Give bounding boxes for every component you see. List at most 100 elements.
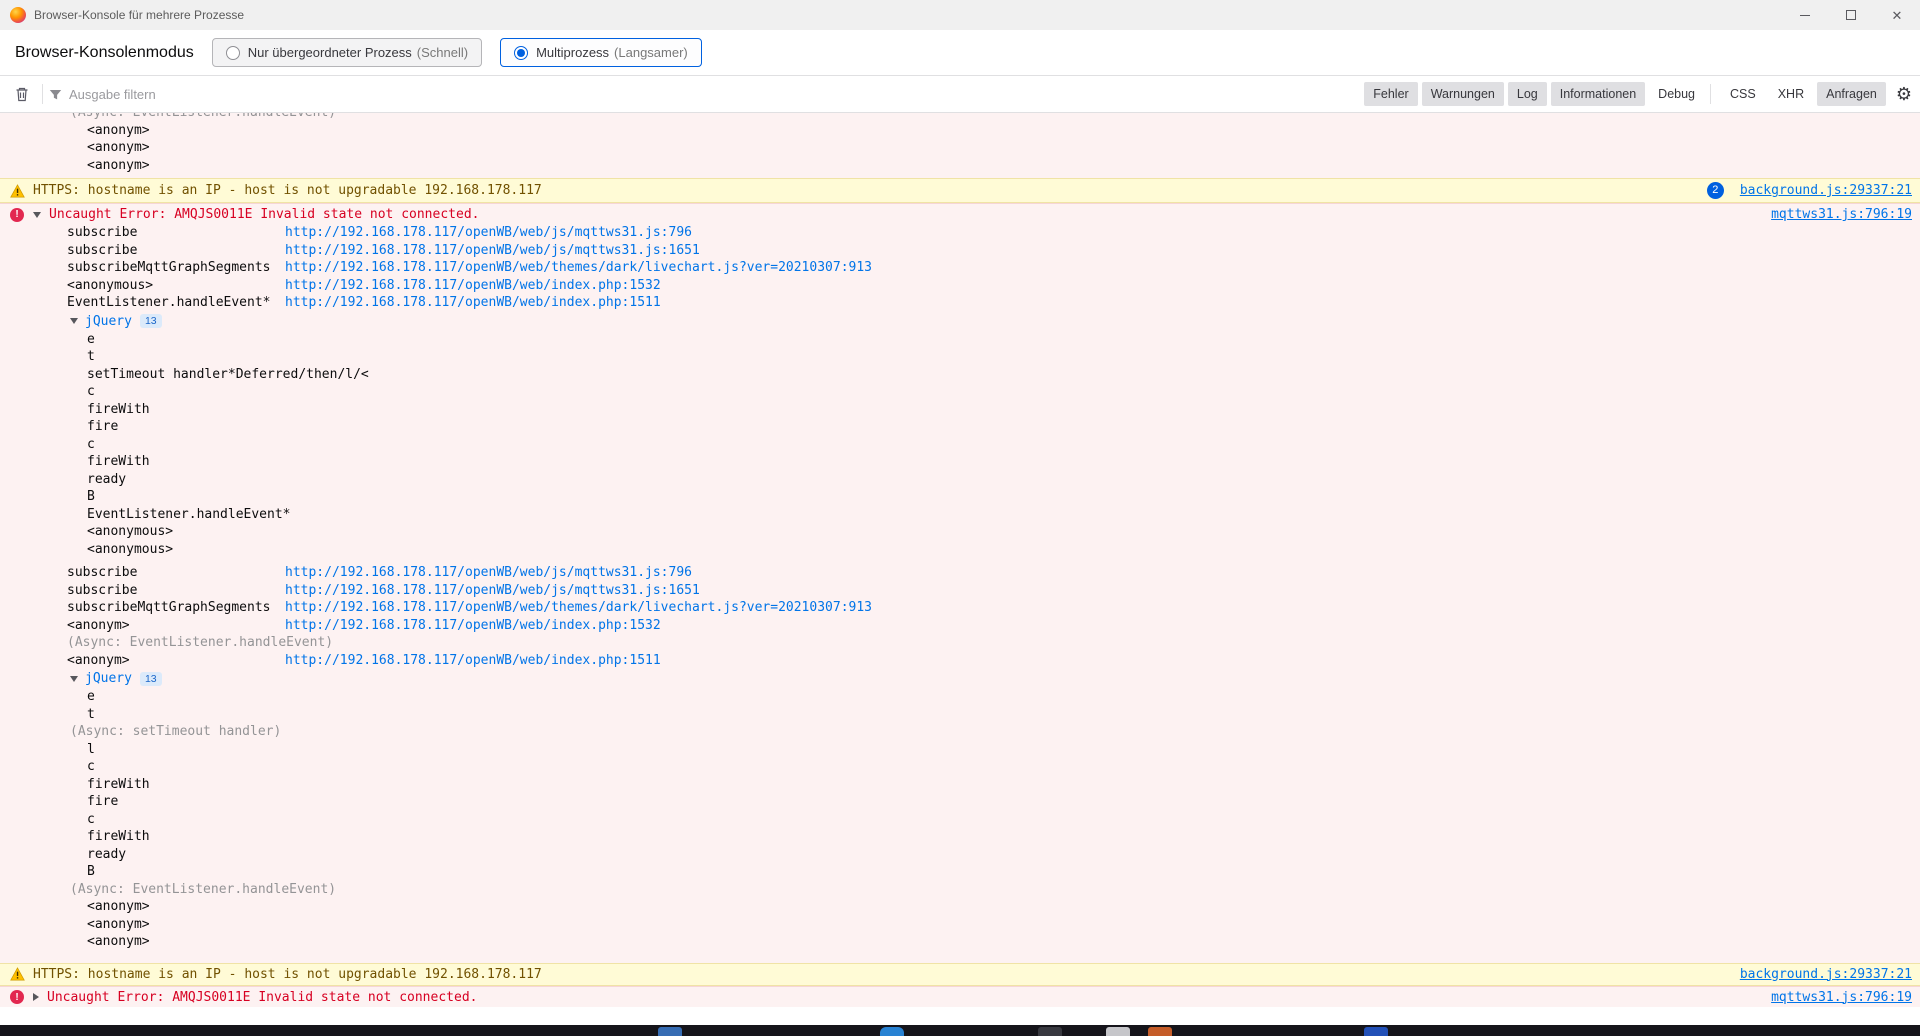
frame-function-name: fireWith — [87, 777, 150, 792]
frame-function-name: <anonym> — [67, 652, 285, 670]
minimize-button[interactable] — [1782, 0, 1828, 30]
stack-frame: <anonym> — [0, 916, 1920, 934]
mode-options: Nur übergeordneter Prozess(Schnell) Multi… — [194, 38, 702, 67]
frame-source-link[interactable]: http://192.168.178.117/openWB/web/index.… — [285, 294, 661, 312]
maximize-button[interactable] — [1828, 0, 1874, 30]
stack-frame: e — [0, 331, 1920, 349]
frame-source-link[interactable]: http://192.168.178.117/openWB/web/js/mqt… — [285, 224, 692, 242]
console-row-error: !Uncaught Error: AMQJS0011E Invalid stat… — [0, 203, 1920, 963]
frame-source-link[interactable]: http://192.168.178.117/openWB/web/js/mqt… — [285, 564, 692, 582]
frame-source-link[interactable]: http://192.168.178.117/openWB/web/index.… — [285, 617, 661, 635]
stack-frame: <anonymous> — [0, 541, 1920, 559]
filter-button-debug[interactable]: Debug — [1649, 82, 1704, 106]
frame-function-name: c — [87, 812, 95, 827]
warning-message: HTTPS: hostname is an IP - host is not u… — [33, 183, 542, 198]
mode-option-multiprocess[interactable]: Multiprozess(Langsamer) — [500, 38, 702, 67]
toolbar-separator — [42, 84, 43, 104]
error-icon: ! — [10, 208, 24, 222]
gear-icon: ⚙ — [1896, 84, 1912, 104]
frame-function-name: B — [87, 489, 95, 504]
frame-function-name: fireWith — [87, 402, 150, 417]
filter-input[interactable] — [69, 87, 329, 102]
radio-icon — [514, 46, 528, 60]
stack-frame: subscribehttp://192.168.178.117/openWB/w… — [0, 242, 1920, 260]
frame-function-name: t — [87, 707, 95, 722]
window-controls: ✕ — [1782, 0, 1920, 30]
taskbar-app-icon[interactable] — [658, 1027, 682, 1036]
source-link[interactable]: mqttws31.js:796:19 — [1771, 990, 1912, 1005]
stack-frame: <anonym> — [0, 898, 1920, 916]
titlebar: Browser-Konsole für mehrere Prozesse ✕ — [0, 0, 1920, 30]
mode-option-label: Multiprozess — [536, 45, 609, 60]
frame-function-name: c — [87, 759, 95, 774]
group-count-badge: 13 — [140, 672, 162, 686]
frame-function-name: fireWith — [87, 454, 150, 469]
filter-button-css[interactable]: CSS — [1721, 82, 1765, 106]
stack-frame: <anonym> — [0, 157, 1920, 175]
stack-group-toggle[interactable]: jQuery 13 — [0, 669, 1920, 688]
filter-button-xhr[interactable]: XHR — [1769, 82, 1813, 106]
window-title: Browser-Konsole für mehrere Prozesse — [34, 8, 244, 22]
group-name: jQuery — [85, 671, 132, 686]
stack-frame: <anonym> — [0, 122, 1920, 140]
stack-frame: ready — [0, 846, 1920, 864]
source-link[interactable]: background.js:29337:21 — [1740, 183, 1912, 198]
mode-option-parent-only[interactable]: Nur übergeordneter Prozess(Schnell) — [212, 38, 482, 67]
frame-function-name: subscribe — [67, 224, 285, 242]
toolbar-separator — [1710, 84, 1711, 104]
frame-source-link[interactable]: http://192.168.178.117/openWB/web/js/mqt… — [285, 582, 700, 600]
frame-source-link[interactable]: http://192.168.178.117/openWB/web/js/mqt… — [285, 242, 700, 260]
frame-function-name: setTimeout handler*Deferred/then/l/< — [87, 367, 369, 382]
taskbar-app-icon[interactable] — [1106, 1027, 1130, 1036]
close-icon: ✕ — [1892, 9, 1903, 22]
filter-button-informationen[interactable]: Informationen — [1551, 82, 1645, 106]
stack-frame: fireWith — [0, 828, 1920, 846]
stack-frame: fire — [0, 793, 1920, 811]
filter-button-fehler[interactable]: Fehler — [1364, 82, 1417, 106]
clear-output-button[interactable] — [8, 81, 36, 107]
trash-icon — [14, 86, 30, 102]
chevron-right-icon[interactable] — [33, 993, 39, 1001]
stack-frame: EventListener.handleEvent*http://192.168… — [0, 294, 1920, 312]
frame-function-name: <anonym> — [87, 123, 150, 138]
stack-group-toggle[interactable]: jQuery13 — [0, 312, 1920, 331]
frame-function-name: t — [87, 349, 95, 364]
group-name: jQuery — [85, 314, 132, 329]
frame-source-link[interactable]: http://192.168.178.117/openWB/web/themes… — [285, 599, 872, 617]
stack-frame: EventListener.handleEvent* — [0, 506, 1920, 524]
error-icon: ! — [10, 990, 24, 1004]
frame-function-name: <anonym> — [87, 140, 150, 155]
source-link[interactable]: background.js:29337:21 — [1740, 967, 1912, 982]
chevron-down-icon — [70, 318, 78, 324]
chevron-down-icon — [70, 676, 78, 682]
stack-framework-group: jQuery13et setTimeout handler*Deferred/th… — [0, 312, 1920, 559]
stack-frame: c — [0, 436, 1920, 454]
taskbar-app-icon[interactable] — [880, 1027, 904, 1036]
taskbar-app-icon[interactable] — [1148, 1027, 1172, 1036]
filter-button-anfragen[interactable]: Anfragen — [1817, 82, 1886, 106]
warning-message: HTTPS: hostname is an IP - host is not u… — [33, 967, 542, 982]
filter-button-warnungen[interactable]: Warnungen — [1422, 82, 1504, 106]
frame-source-link[interactable]: http://192.168.178.117/openWB/web/index.… — [285, 652, 661, 670]
frame-function-name: fire — [87, 419, 118, 434]
taskbar-app-icon[interactable] — [1038, 1027, 1062, 1036]
chevron-down-icon[interactable] — [33, 212, 41, 218]
frame-function-name: c — [87, 384, 95, 399]
frame-function-name: e — [87, 689, 95, 704]
windows-taskbar[interactable] — [0, 1025, 1920, 1036]
stack-frame: l — [0, 741, 1920, 759]
frame-source-link[interactable]: http://192.168.178.117/openWB/web/themes… — [285, 259, 872, 277]
source-link[interactable]: mqttws31.js:796:19 — [1771, 207, 1912, 222]
filter-button-log[interactable]: Log — [1508, 82, 1547, 106]
console-settings-button[interactable]: ⚙ — [1896, 85, 1912, 103]
frame-function-name: <anonym> — [67, 617, 285, 635]
stack-async-separator: (Async: EventListener.handleEvent) — [0, 634, 1920, 652]
frame-source-link[interactable]: http://192.168.178.117/openWB/web/index.… — [285, 277, 661, 295]
close-button[interactable]: ✕ — [1874, 0, 1920, 30]
stack-frame: t — [0, 706, 1920, 724]
mode-bar: Browser-Konsolenmodus Nur übergeordneter… — [0, 30, 1920, 76]
stack-frame: B — [0, 863, 1920, 881]
frame-function-name: ready — [87, 847, 126, 862]
taskbar-app-icon[interactable] — [1364, 1027, 1388, 1036]
stack-frame: fireWith — [0, 453, 1920, 471]
